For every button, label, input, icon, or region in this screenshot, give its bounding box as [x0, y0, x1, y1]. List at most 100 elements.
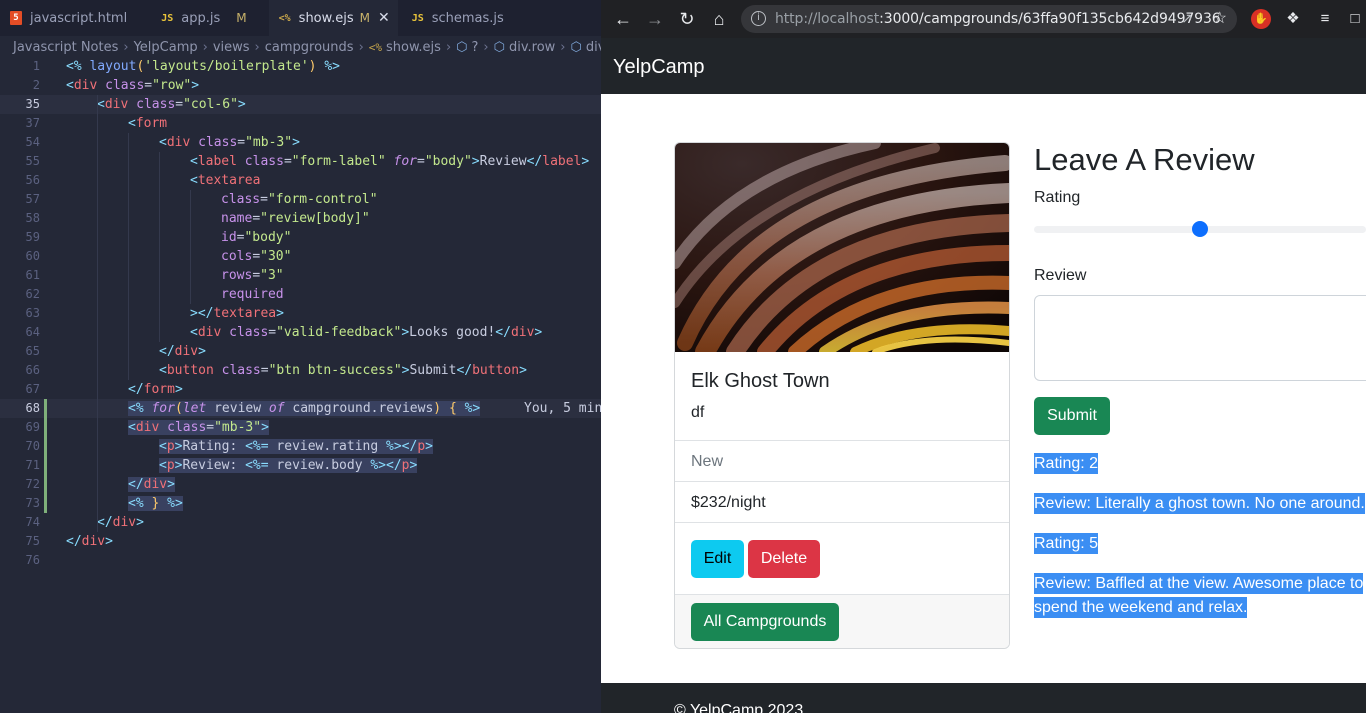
review-body: Review: Baffled at the view. Awesome pla… [1034, 573, 1364, 594]
breadcrumb-item[interactable]: views [213, 40, 250, 55]
code-line[interactable]: 57 class="form-control" [0, 190, 601, 209]
campground-price: $232/night [691, 494, 766, 511]
line-number: 55 [25, 154, 40, 168]
card-footer: All Campgrounds [675, 594, 1009, 648]
breadcrumb-item[interactable]: ? [472, 40, 479, 55]
navbar-brand[interactable]: YelpCamp [613, 38, 705, 96]
indent-guide [190, 190, 191, 304]
code-line[interactable]: 1 <% layout('layouts/boilerplate') %> [0, 57, 601, 76]
breadcrumb: Javascript Notes › YelpCamp › views › campg… [0, 36, 601, 58]
delete-button[interactable]: Delete [748, 540, 820, 578]
all-campgrounds-button[interactable]: All Campgrounds [691, 603, 839, 641]
code-line[interactable]: 73 <% } %> [0, 494, 601, 513]
line-number: 1 [32, 59, 40, 73]
breadcrumb-item[interactable]: campgrounds [265, 40, 354, 55]
tab-schemas-js[interactable]: JS schemas.js [402, 0, 512, 36]
review-heading: Leave A Review [1034, 142, 1255, 177]
back-arrow-icon[interactable]: ← [611, 8, 635, 30]
breadcrumb-item[interactable]: YelpCamp [134, 40, 198, 55]
chevron-right-icon: › [254, 39, 260, 55]
review-textarea[interactable] [1034, 295, 1366, 381]
rating-slider-thumb[interactable] [1192, 221, 1208, 237]
code-line[interactable]: 55 <label class="form-label" for="body">R… [0, 152, 601, 171]
code-line[interactable]: 69 <div class="mb-3"> [0, 418, 601, 437]
ejs-icon: <% [278, 12, 291, 24]
line-number: 76 [25, 553, 40, 567]
code-line[interactable]: 65 </div> [0, 342, 601, 361]
code-line[interactable]: 35 <div class="col-6"> [0, 95, 601, 114]
indent-guide [159, 152, 160, 342]
review-body: spend the weekend and relax. [1034, 597, 1248, 618]
code-line[interactable]: 58 name="review[body]" [0, 209, 601, 228]
code-text: <% layout('layouts/boilerplate') %> [66, 59, 340, 74]
javascript-icon: JS [411, 12, 424, 24]
chevron-right-icon: › [483, 39, 489, 55]
extensions-puzzle-icon[interactable]: ❖ [1283, 9, 1303, 29]
line-number: 58 [25, 211, 40, 225]
reload-icon[interactable]: ↻ [675, 8, 699, 30]
close-icon[interactable]: ✕ [378, 10, 390, 26]
extension-stop-icon[interactable]: ✋ [1251, 9, 1271, 29]
review-text: Review: Literally a ghost town. No one a… [1034, 492, 1365, 516]
code-line[interactable]: 63 ></textarea> [0, 304, 601, 323]
breadcrumb-item[interactable]: div.row [509, 40, 555, 55]
symbol-cube-icon: ⬡ [570, 39, 582, 55]
code-line[interactable]: 72 </div> [0, 475, 601, 494]
code-line[interactable]: 70 <p>Rating: <%= review.rating %></p> [0, 437, 601, 456]
code-line[interactable]: 60 cols="30" [0, 247, 601, 266]
code-line[interactable]: 2 <div class="row"> [0, 76, 601, 95]
edit-button[interactable]: Edit [691, 540, 744, 578]
code-line[interactable]: 67 </form> [0, 380, 601, 399]
tab-label: show.ejs [298, 10, 354, 26]
code-line[interactable]: 75 </div> [0, 532, 601, 551]
code-line[interactable]: 76 [0, 551, 601, 570]
line-number: 66 [25, 363, 40, 377]
code-line[interactable]: 37 <form [0, 114, 601, 133]
code-text: <p>Rating: <%= review.rating %></p> [159, 439, 433, 454]
code-text: <label class="form-label" for="body">Rev… [190, 154, 590, 169]
code-editor: 5 javascript.html JS app.js M <% show.ej… [0, 0, 601, 713]
home-icon[interactable]: ⌂ [707, 8, 731, 30]
code-line[interactable]: 64 <div class="valid-feedback">Looks good… [0, 323, 601, 342]
code-line[interactable]: 66 <button class="btn btn-success">Submit… [0, 361, 601, 380]
line-number: 54 [25, 135, 40, 149]
share-icon[interactable]: ↗ [1181, 10, 1193, 27]
code-text: rows="3" [221, 268, 284, 283]
tab-app-js[interactable]: JS app.js M [151, 0, 254, 36]
code-line[interactable]: 56 <textarea [0, 171, 601, 190]
forward-arrow-icon[interactable]: → [643, 8, 667, 30]
code-line[interactable]: 54 <div class="mb-3"> [0, 133, 601, 152]
code-text: ></textarea> [190, 306, 284, 321]
code-text: </form> [128, 382, 183, 397]
submit-button[interactable]: Submit [1034, 397, 1110, 435]
info-icon[interactable]: i [751, 11, 766, 26]
tab-label: schemas.js [431, 10, 504, 26]
address-bar[interactable]: i http://localhost:3000/campgrounds/63ff… [741, 5, 1237, 33]
code-line[interactable]: 74 </div> [0, 513, 601, 532]
line-number: 61 [25, 268, 40, 282]
divider [675, 481, 1009, 482]
url-text[interactable]: http://localhost:3000/campgrounds/63ffa9… [775, 5, 1221, 33]
bookmark-star-icon[interactable]: ☆ [1213, 8, 1227, 28]
breadcrumb-item[interactable]: div.col- [586, 40, 601, 55]
tab-javascript-html[interactable]: 5 javascript.html [0, 0, 135, 36]
editor-tab-bar: 5 javascript.html JS app.js M <% show.ej… [0, 0, 601, 36]
media-queue-icon[interactable]: ≡ [1315, 9, 1335, 29]
breadcrumb-item[interactable]: show.ejs [386, 40, 441, 55]
code-text: <button class="btn btn-success">Submit</… [159, 363, 527, 378]
git-blame-annotation: You, 5 min [524, 401, 601, 416]
code-line[interactable]: 68 <% for(let review of campground.review… [0, 399, 601, 418]
code-line[interactable]: 62 required [0, 285, 601, 304]
code-line[interactable]: 59 id="body" [0, 228, 601, 247]
divider [675, 440, 1009, 441]
tab-show-ejs[interactable]: <% show.ejs M ✕ [268, 0, 398, 36]
chevron-right-icon: › [358, 39, 364, 55]
code-text: <div class="mb-3"> [128, 420, 269, 435]
tab-label: app.js [181, 10, 221, 26]
breadcrumb-item[interactable]: Javascript Notes [13, 40, 118, 55]
code-line[interactable]: 61 rows="3" [0, 266, 601, 285]
code-line[interactable]: 71 <p>Review: <%= review.body %></p> [0, 456, 601, 475]
divider [675, 522, 1009, 523]
side-panel-icon[interactable]: □ [1345, 9, 1365, 29]
chevron-right-icon: › [202, 39, 208, 55]
